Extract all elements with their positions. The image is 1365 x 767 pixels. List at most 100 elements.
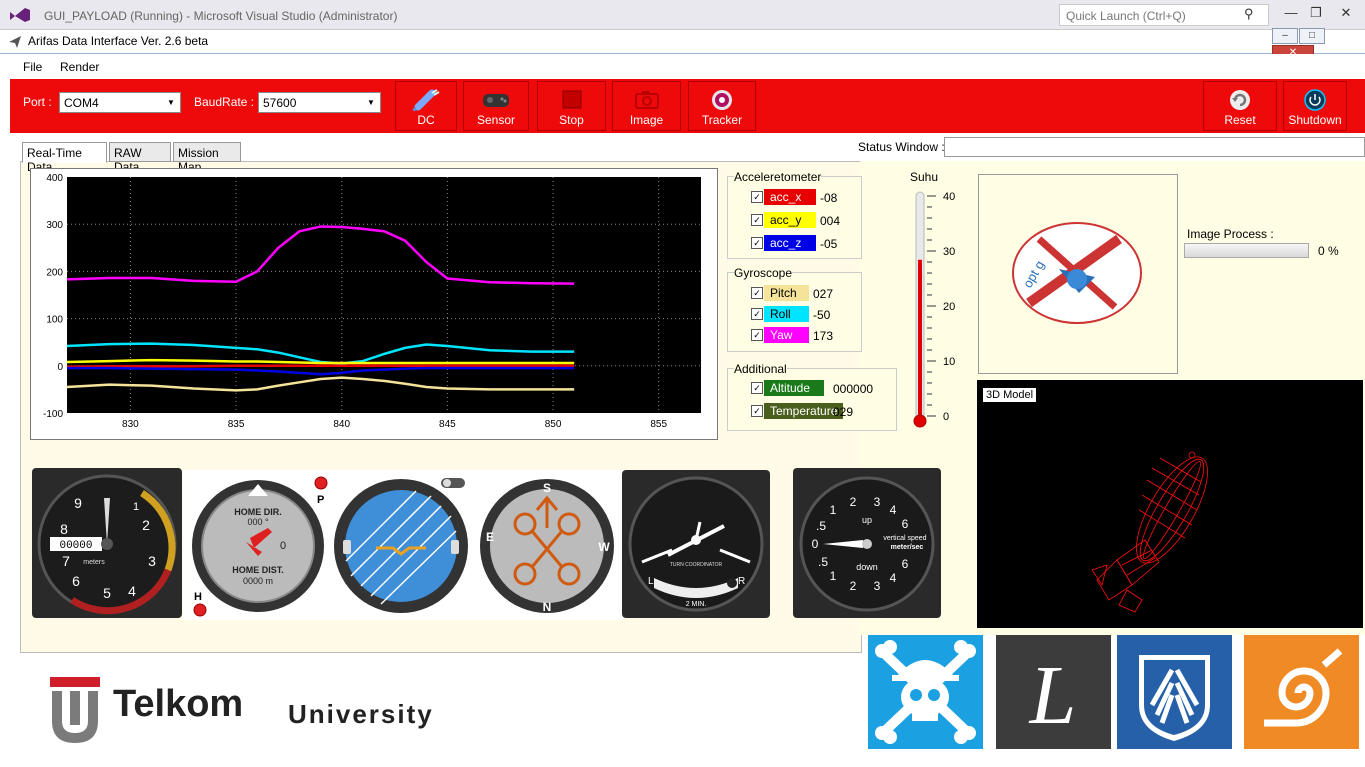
model-3d-label: 3D Model	[983, 388, 1037, 402]
sensor-button[interactable]: Sensor	[463, 81, 529, 131]
chevron-down-icon: ▼	[167, 98, 175, 107]
checkbox-acc_z[interactable]: ✓	[751, 237, 763, 249]
app-maximize-icon[interactable]: □	[1299, 28, 1325, 44]
shutdown-button[interactable]: Shutdown	[1283, 81, 1347, 131]
heading-s: S	[543, 481, 551, 495]
svg-text:3: 3	[874, 579, 881, 593]
checkbox-acc_y[interactable]: ✓	[751, 214, 763, 226]
skull-crossbones-icon	[875, 640, 976, 744]
status-window-label: Status Window :	[858, 140, 945, 154]
y-tick-label: -100	[43, 409, 63, 420]
survey-corps-tile[interactable]	[1117, 635, 1232, 749]
svg-text:0: 0	[812, 537, 819, 551]
value-roll: -50	[813, 308, 831, 322]
home-dist-value: 0000 m	[243, 576, 273, 586]
dc-button[interactable]: DC	[395, 81, 457, 131]
home-dir-value: 000 °	[247, 517, 269, 527]
reset-button[interactable]: Reset	[1203, 81, 1277, 131]
tracker-button[interactable]: Tracker	[688, 81, 756, 131]
gamepad-icon	[483, 94, 509, 107]
checkbox-acc_x[interactable]: ✓	[751, 191, 763, 203]
restore-icon[interactable]: ❐	[1304, 5, 1328, 23]
tab-realtime[interactable]: Real-Time Data	[22, 142, 107, 174]
l-tile[interactable]: L	[996, 635, 1111, 749]
svg-text:6: 6	[902, 517, 909, 531]
checkbox-pitch[interactable]: ✓	[751, 287, 763, 299]
gauges-row: 234567891 00000 meters HOME DIR. 000 ° 0…	[28, 466, 948, 626]
baudrate-value: 57600	[263, 96, 297, 110]
value-altitude: 000000	[833, 382, 874, 396]
tab-raw[interactable]: RAW Data	[109, 142, 171, 174]
app-window-buttons: – □✕	[1272, 27, 1365, 61]
shutdown-label: Shutdown	[1288, 113, 1342, 127]
tag-acc_z: acc_z	[764, 235, 816, 251]
y-tick-label: 300	[46, 220, 63, 231]
toggle-switch[interactable]	[440, 476, 468, 490]
turn-r: R	[738, 576, 745, 587]
vs-title: GUI_PAYLOAD (Running) - Microsoft Visual…	[44, 9, 398, 23]
altimeter-unit: meters	[83, 559, 105, 566]
vsi-down: down	[856, 562, 878, 572]
tracker-label: Tracker	[701, 113, 743, 127]
stop-label: Stop	[559, 113, 584, 127]
thermo-tick-label: 0	[943, 411, 949, 423]
reset-label: Reset	[1224, 113, 1256, 127]
checkbox-yaw[interactable]: ✓	[751, 329, 763, 341]
svg-text:L: L	[1029, 649, 1077, 742]
home-dir-label: HOME DIR.	[234, 507, 282, 517]
image-label: Image	[629, 113, 664, 127]
svg-text:5: 5	[103, 585, 111, 601]
turn-coordinator-gauge: TURN COORDINATOR L R 2 MIN.	[622, 470, 770, 618]
value-yaw: 173	[813, 329, 834, 343]
home-zero: 0	[280, 540, 286, 552]
sensor-label: Sensor	[476, 113, 516, 127]
checkbox-roll[interactable]: ✓	[751, 308, 763, 320]
minimize-icon[interactable]: —	[1279, 5, 1303, 23]
tag-yaw: Yaw	[764, 327, 809, 343]
svg-text:.5: .5	[818, 555, 828, 569]
close-icon[interactable]: ✕	[1334, 5, 1358, 23]
naruto-tile[interactable]	[1244, 635, 1359, 749]
search-icon[interactable]: ⚲	[1244, 6, 1254, 22]
refresh-icon	[1230, 90, 1250, 110]
suhu-label: Suhu	[910, 170, 939, 184]
thermo-tick-label: 30	[943, 246, 955, 258]
tag-roll: Roll	[764, 306, 809, 322]
dc-label: DC	[417, 113, 435, 127]
app-title-bar: Arifas Data Interface Ver. 2.6 beta	[0, 30, 1365, 54]
svg-text:4: 4	[890, 503, 897, 517]
checkbox-altitude[interactable]: ✓	[751, 382, 763, 394]
app-minimize-icon[interactable]: –	[1272, 28, 1298, 44]
tab-mission-map[interactable]: Mission Map	[173, 142, 241, 174]
value-pitch: 027	[813, 287, 834, 301]
menu-render[interactable]: Render	[60, 60, 99, 74]
letter-l-icon: L	[1029, 649, 1077, 742]
visual-studio-icon	[10, 8, 30, 22]
status-window	[944, 137, 1365, 157]
x-tick-label: 850	[545, 419, 562, 430]
turn-l: L	[648, 576, 654, 587]
checkbox-temperature[interactable]: ✓	[751, 405, 763, 417]
heading-gauge: S W N E	[480, 479, 614, 614]
image-process-label: Image Process :	[1187, 227, 1274, 241]
one-piece-tile[interactable]	[868, 635, 983, 749]
baudrate-select[interactable]: 57600 ▼	[258, 92, 381, 113]
menu-file[interactable]: File	[23, 60, 42, 74]
image-button[interactable]: Image	[612, 81, 681, 131]
additional-group: Additional	[727, 362, 897, 431]
thermometer: 40 30 20 10 0	[913, 191, 955, 428]
series-line	[66, 364, 575, 368]
tag-acc_y: acc_y	[764, 212, 816, 228]
image-process-progress	[1184, 243, 1309, 258]
app-title: Arifas Data Interface Ver. 2.6 beta	[28, 34, 209, 48]
port-select[interactable]: COM4 ▼	[59, 92, 181, 113]
home-dist-label: HOME DIST.	[232, 565, 284, 575]
thermo-tick-label: 40	[943, 191, 955, 203]
thermo-tick-label: 20	[943, 301, 955, 313]
model-3d-view[interactable]: 3D Model	[977, 380, 1363, 628]
stop-button[interactable]: Stop	[537, 81, 606, 131]
quick-launch-input[interactable]: Quick Launch (Ctrl+Q)	[1059, 4, 1269, 26]
heading-e: E	[486, 530, 494, 544]
telkom-emblem-icon	[50, 677, 100, 743]
y-tick-label: 400	[46, 173, 63, 184]
